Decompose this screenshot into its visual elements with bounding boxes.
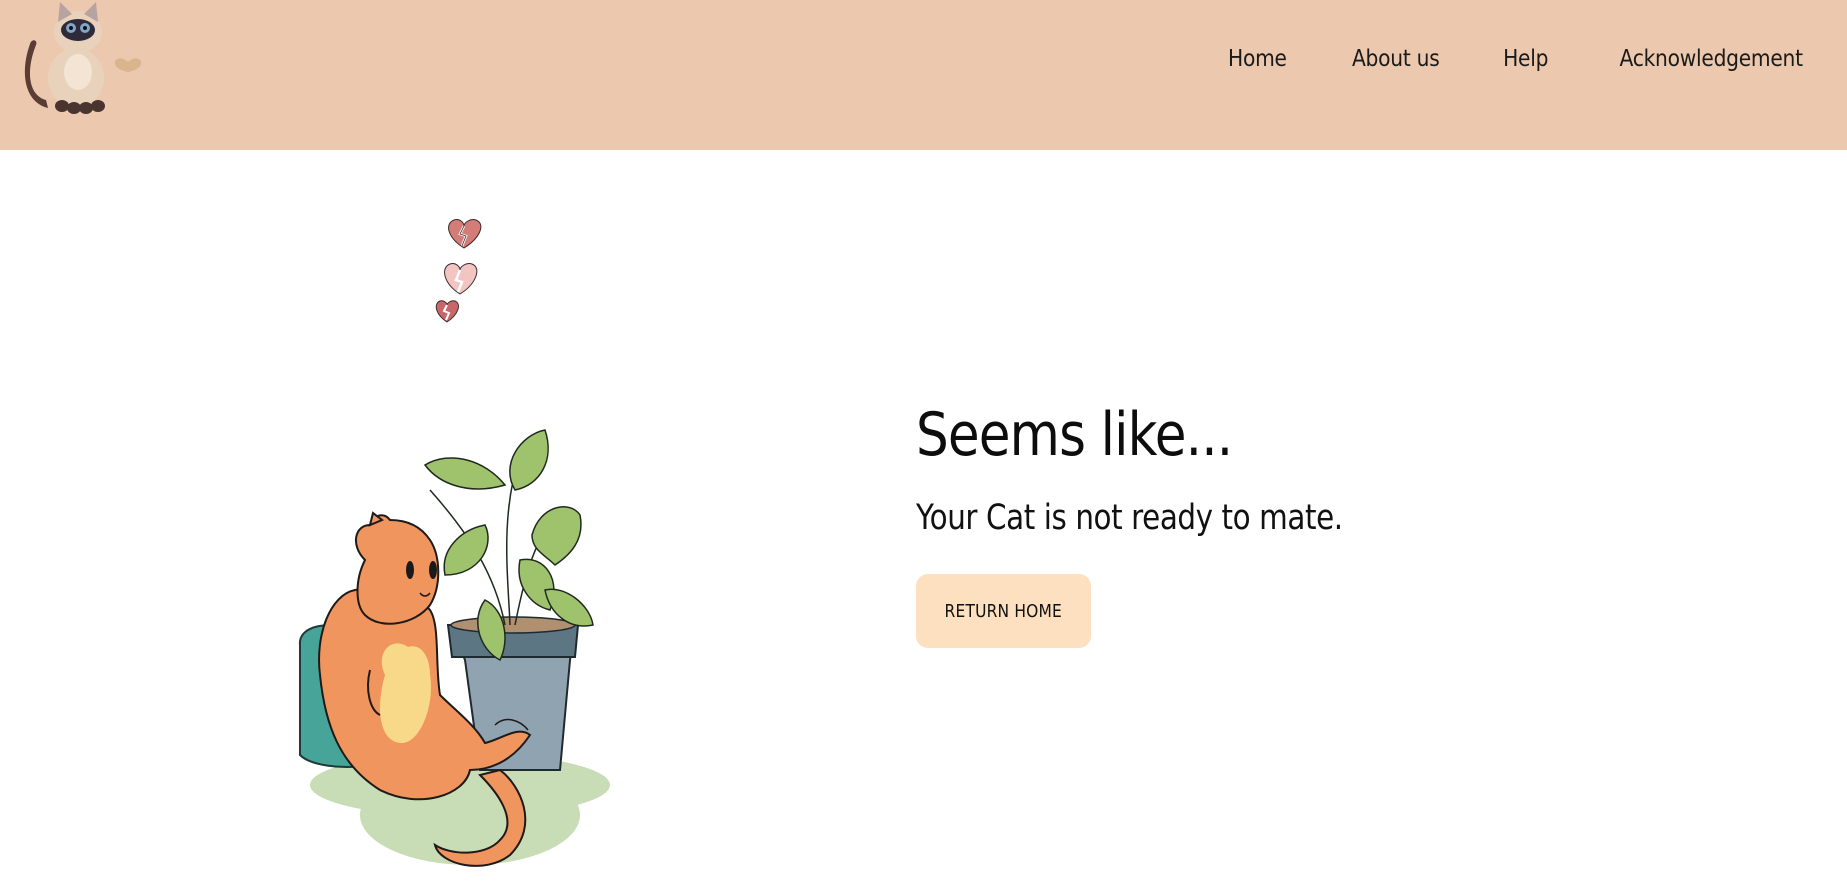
status-message: Your Cat is not ready to mate. [916,498,1343,538]
return-home-label: RETURN HOME [944,600,1063,622]
cat-logo-icon[interactable] [18,0,143,118]
nav-help[interactable]: Help [1504,46,1549,72]
nav-acknowledgement[interactable]: Acknowledgement [1619,46,1803,72]
broken-hearts-icon [430,210,490,330]
nav-home[interactable]: Home [1228,46,1287,72]
main-nav: Home About us Help Acknowledgement [1224,46,1815,72]
sad-cat-illustration-icon [270,425,610,880]
nav-about-us[interactable]: About us [1352,46,1440,72]
main-content: Seems like... Your Cat is not ready to m… [916,400,1424,648]
return-home-button[interactable]: RETURN HOME [916,574,1091,648]
top-header: Home About us Help Acknowledgement [0,0,1847,150]
page-title: Seems like... [916,400,1233,470]
